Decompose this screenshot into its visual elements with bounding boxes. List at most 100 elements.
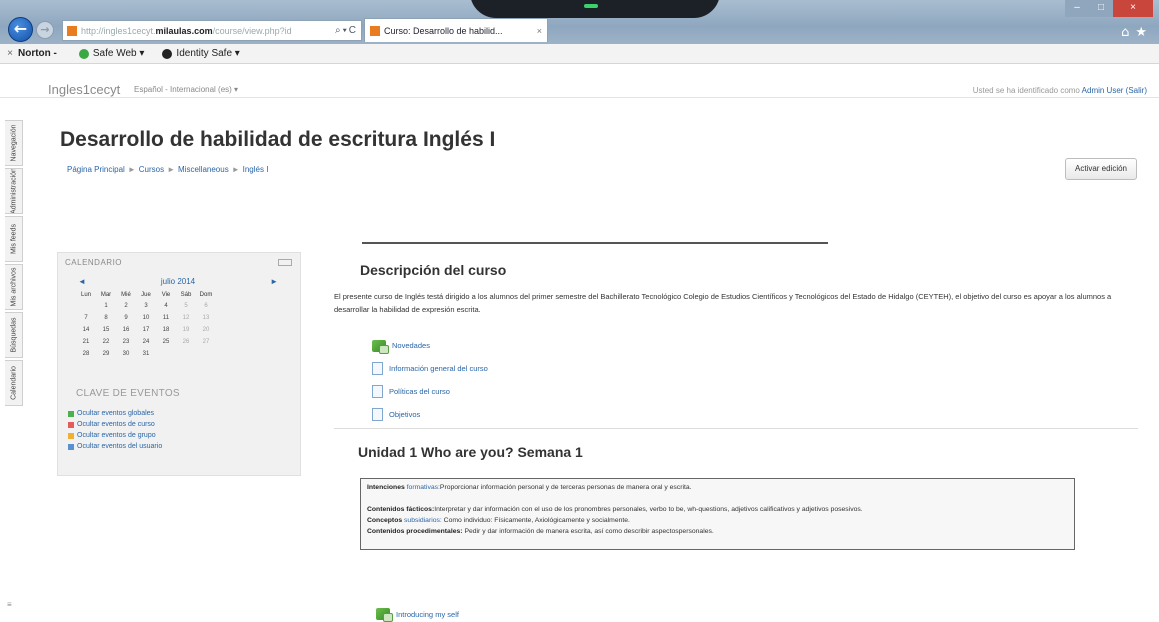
dock-block-icon[interactable] bbox=[278, 259, 292, 266]
browser-tab[interactable]: Curso: Desarrollo de habilid... × bbox=[364, 18, 548, 42]
site-header: Ingles1cecyt Español - Internacional (es… bbox=[0, 78, 1159, 98]
glossary-link[interactable]: formativas: bbox=[407, 484, 440, 491]
summary-line-procedimentales: Contenidos procedimentales: Pedir y dar … bbox=[367, 526, 1068, 537]
calendar-day[interactable]: 13 bbox=[196, 312, 216, 324]
site-favicon-icon bbox=[67, 25, 77, 36]
safe-web-menu[interactable]: Safe Web ▾ bbox=[78, 48, 145, 59]
resource-item[interactable]: Novedades bbox=[372, 334, 488, 357]
weekday-header: Mié bbox=[121, 291, 131, 298]
calendar-day[interactable]: 22 bbox=[96, 336, 116, 348]
side-dock: Navegación Administración Mis feeds Mis arc… bbox=[0, 120, 24, 420]
calendar-month-link[interactable]: julio 2014 bbox=[161, 277, 195, 286]
calendar-day[interactable]: 5 bbox=[176, 300, 196, 312]
dock-item[interactable]: Calendario bbox=[5, 360, 23, 406]
maximize-icon[interactable]: □ bbox=[1089, 0, 1113, 17]
calendar-day[interactable]: 4 bbox=[156, 300, 176, 312]
summary-label: Conceptos bbox=[367, 517, 405, 524]
event-key-label: Ocultar eventos globales bbox=[77, 410, 155, 417]
calendar-day[interactable]: 12 bbox=[176, 312, 196, 324]
calendar-day[interactable]: 17 bbox=[136, 324, 156, 336]
calendar-day[interactable]: 9 bbox=[116, 312, 136, 324]
close-toolbar-icon[interactable]: × bbox=[2, 48, 18, 59]
calendar-day[interactable]: 3 bbox=[136, 300, 156, 312]
identity-safe-label: Identity Safe ▾ bbox=[176, 48, 240, 59]
calendar-day[interactable]: 24 bbox=[136, 336, 156, 348]
calendar-day[interactable]: 19 bbox=[176, 324, 196, 336]
weekday-header: Vie bbox=[161, 291, 171, 298]
breadcrumb-link[interactable]: Cursos bbox=[139, 165, 164, 174]
dock-item-label: Mis feeds bbox=[10, 224, 17, 254]
resource-item[interactable]: Políticas del curso bbox=[372, 380, 488, 403]
site-name-link[interactable]: Ingles1cecyt bbox=[48, 82, 120, 97]
resource-introducing-my-self[interactable]: Introducing my self bbox=[376, 608, 459, 622]
next-month-icon[interactable]: ► bbox=[270, 277, 278, 286]
calendar-day[interactable]: 28 bbox=[76, 348, 96, 360]
dock-menu-icon[interactable]: ≡ bbox=[7, 600, 12, 609]
tab-favicon-icon bbox=[370, 25, 380, 36]
turn-editing-on-button[interactable]: Activar edición bbox=[1065, 158, 1137, 180]
calendar-day bbox=[76, 300, 96, 312]
calendar-day[interactable]: 2 bbox=[116, 300, 136, 312]
calendar-day[interactable]: 7 bbox=[76, 312, 96, 324]
unit-summary-box: Intenciones formativas:Proporcionar info… bbox=[360, 478, 1075, 550]
calendar-day[interactable]: 30 bbox=[116, 348, 136, 360]
calendar-day[interactable]: 23 bbox=[116, 336, 136, 348]
minimize-icon[interactable]: – bbox=[1065, 0, 1089, 17]
calendar-day[interactable]: 11 bbox=[156, 312, 176, 324]
norton-menu[interactable]: Norton - bbox=[18, 48, 57, 59]
calendar-day[interactable]: 25 bbox=[156, 336, 176, 348]
calendar-day[interactable]: 14 bbox=[76, 324, 96, 336]
dock-item[interactable]: Mis feeds bbox=[5, 216, 23, 262]
address-search-refresh-icon[interactable]: ⌕▾C bbox=[335, 25, 361, 36]
calendar-day[interactable]: 8 bbox=[96, 312, 116, 324]
address-bar[interactable]: http:// ingles1cecyt. milaulas.com /cour… bbox=[62, 20, 362, 41]
glossary-link[interactable]: subsidiarios: bbox=[404, 517, 442, 524]
calendar-day bbox=[196, 348, 216, 360]
summary-text: Interpretar y dar información con el uso… bbox=[434, 506, 863, 513]
breadcrumb-separator: ► bbox=[231, 165, 240, 174]
event-key-item[interactable]: Ocultar eventos globales bbox=[68, 408, 162, 419]
url-host: milaulas.com bbox=[155, 25, 213, 36]
calendar-day[interactable]: 21 bbox=[76, 336, 96, 348]
calendar-day[interactable]: 29 bbox=[96, 348, 116, 360]
calendar-table: Lun Mar Mié Jue Vie Sáb Dom 1 2 3 4 5 6 7 8 9 10 11 12 13 14… bbox=[76, 289, 216, 360]
calendar-day[interactable]: 20 bbox=[196, 324, 216, 336]
event-key-item[interactable]: Ocultar eventos del usuario bbox=[68, 441, 162, 452]
calendar-day[interactable]: 27 bbox=[196, 336, 216, 348]
calendar-day[interactable]: 16 bbox=[116, 324, 136, 336]
summary-label: Intenciones bbox=[367, 484, 407, 491]
breadcrumb-link[interactable]: Miscellaneous bbox=[178, 165, 229, 174]
login-text: Usted se ha identificado como bbox=[972, 86, 1082, 95]
prev-month-icon[interactable]: ◄ bbox=[78, 277, 86, 286]
breadcrumb-link[interactable]: Inglés I bbox=[243, 165, 269, 174]
resource-item[interactable]: Información general del curso bbox=[372, 357, 488, 380]
window-controls: – □ × bbox=[1065, 0, 1153, 18]
dock-item[interactable]: Mis archivos bbox=[5, 264, 23, 310]
identity-safe-menu[interactable]: Identity Safe ▾ bbox=[162, 48, 240, 59]
calendar-day[interactable]: 26 bbox=[176, 336, 196, 348]
resource-list: Novedades Información general del curso Po… bbox=[372, 334, 488, 426]
calendar-day[interactable]: 1 bbox=[96, 300, 116, 312]
safe-web-label: Safe Web ▾ bbox=[92, 48, 145, 59]
language-menu[interactable]: Español - Internacional (es) ▾ bbox=[134, 85, 238, 94]
back-icon[interactable]: ← bbox=[8, 17, 33, 42]
calendar-day[interactable]: 6 bbox=[196, 300, 216, 312]
calendar-day[interactable]: 15 bbox=[96, 324, 116, 336]
calendar-day[interactable]: 10 bbox=[136, 312, 156, 324]
calendar-day[interactable]: 18 bbox=[156, 324, 176, 336]
forward-icon[interactable]: → bbox=[36, 21, 54, 39]
close-tab-icon[interactable]: × bbox=[537, 26, 542, 36]
dock-item[interactable]: Búsquedas bbox=[5, 312, 23, 358]
dock-item[interactable]: Administración bbox=[5, 168, 23, 214]
summary-line-intenciones: Intenciones formativas:Proporcionar info… bbox=[367, 482, 1068, 493]
calendar-day[interactable]: 31 bbox=[136, 348, 156, 360]
home-favorites-icons[interactable]: ⌂★ bbox=[1121, 25, 1153, 40]
login-user-link[interactable]: Admin User (Salir) bbox=[1082, 86, 1147, 95]
breadcrumb-link[interactable]: Página Principal bbox=[67, 165, 125, 174]
calendar-block-title: CALENDARIO bbox=[65, 258, 123, 267]
resource-item[interactable]: Objetivos bbox=[372, 403, 488, 426]
event-key-item[interactable]: Ocultar eventos de grupo bbox=[68, 430, 162, 441]
dock-item[interactable]: Navegación bbox=[5, 120, 23, 166]
close-window-icon[interactable]: × bbox=[1113, 0, 1153, 17]
event-key-item[interactable]: Ocultar eventos de curso bbox=[68, 419, 162, 430]
